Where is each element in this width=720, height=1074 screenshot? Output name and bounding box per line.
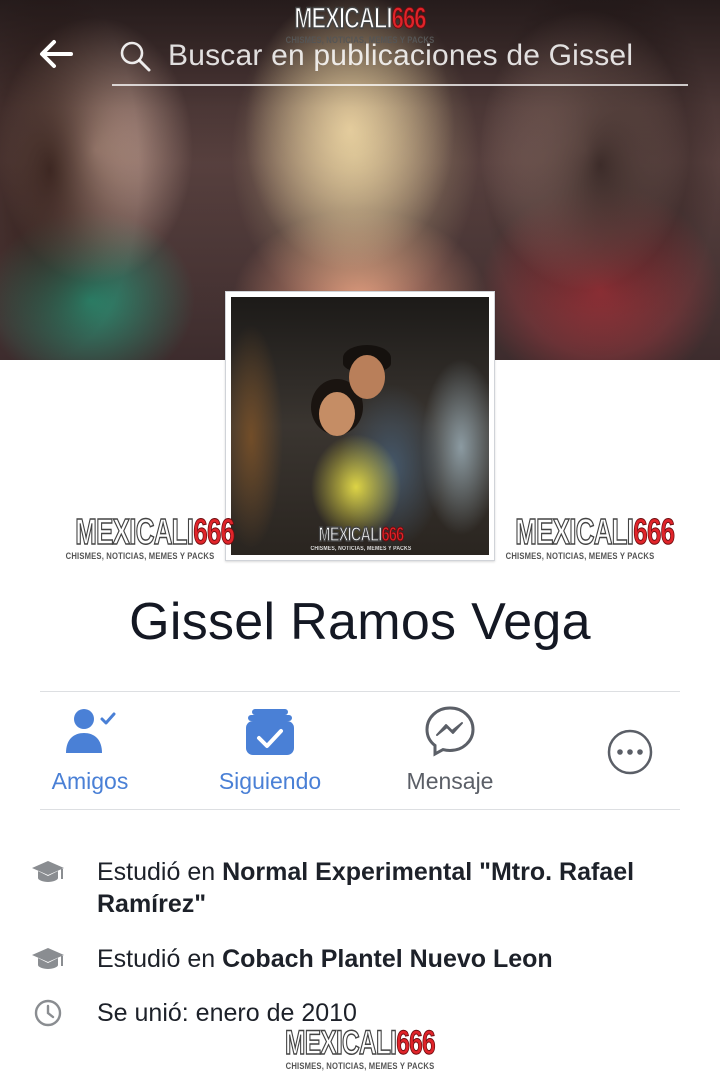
profile-photo-detail — [349, 355, 385, 399]
search-icon — [118, 37, 156, 75]
profile-picture[interactable]: MEXICALI666 CHISMES, NOTICIAS, MEMES Y P… — [225, 291, 495, 561]
following-label: Siguiendo — [218, 768, 322, 794]
profile-name: Gissel Ramos Vega — [129, 593, 591, 651]
joined-text: Se unió: enero de 2010 — [97, 999, 357, 1027]
graduation-cap-icon — [30, 856, 66, 888]
profile-photo: MEXICALI666 CHISMES, NOTICIAS, MEMES Y P… — [231, 297, 489, 555]
friends-label: Amigos — [51, 768, 129, 794]
message-label: Mensaje — [406, 768, 494, 794]
divider — [40, 809, 680, 810]
education-text: Estudió en Normal Experimental "Mtro. Ra… — [97, 858, 635, 918]
profile-photo-detail — [319, 392, 355, 436]
watermark-logo: MEXICALI666 CHISMES, NOTICIAS, MEMES Y P… — [310, 524, 412, 552]
watermark-logo: MEXICALI666 CHISMES, NOTICIAS, MEMES Y P… — [285, 1024, 437, 1071]
watermark-logo: MEXICALI666 CHISMES, NOTICIAS, MEMES Y P… — [65, 511, 236, 561]
more-options-button[interactable] — [600, 704, 660, 800]
friends-check-icon — [62, 704, 118, 758]
education-text: Estudió en Cobach Plantel Nuevo Leon — [97, 945, 553, 973]
top-bar: Buscar en publicaciones de Gissel — [0, 20, 720, 90]
friends-button[interactable]: Amigos — [40, 704, 140, 795]
profile-actions: Amigos Siguiendo Mensaje — [0, 692, 720, 808]
more-options-icon — [606, 704, 654, 800]
following-button[interactable]: Siguiendo — [210, 704, 330, 795]
messenger-icon — [424, 704, 476, 758]
education-place-link[interactable]: Cobach Plantel Nuevo Leon — [222, 945, 553, 973]
search-input[interactable]: Buscar en publicaciones de Gissel — [112, 28, 688, 86]
back-button[interactable] — [32, 34, 80, 78]
clock-icon — [30, 997, 66, 1029]
following-icon — [244, 704, 296, 758]
watermark-logo: MEXICALI666 CHISMES, NOTICIAS, MEMES Y P… — [505, 511, 676, 561]
search-placeholder: Buscar en publicaciones de Gissel — [168, 39, 634, 72]
back-arrow-icon — [38, 39, 74, 74]
message-button[interactable]: Mensaje — [395, 704, 505, 795]
graduation-cap-icon — [30, 943, 66, 975]
